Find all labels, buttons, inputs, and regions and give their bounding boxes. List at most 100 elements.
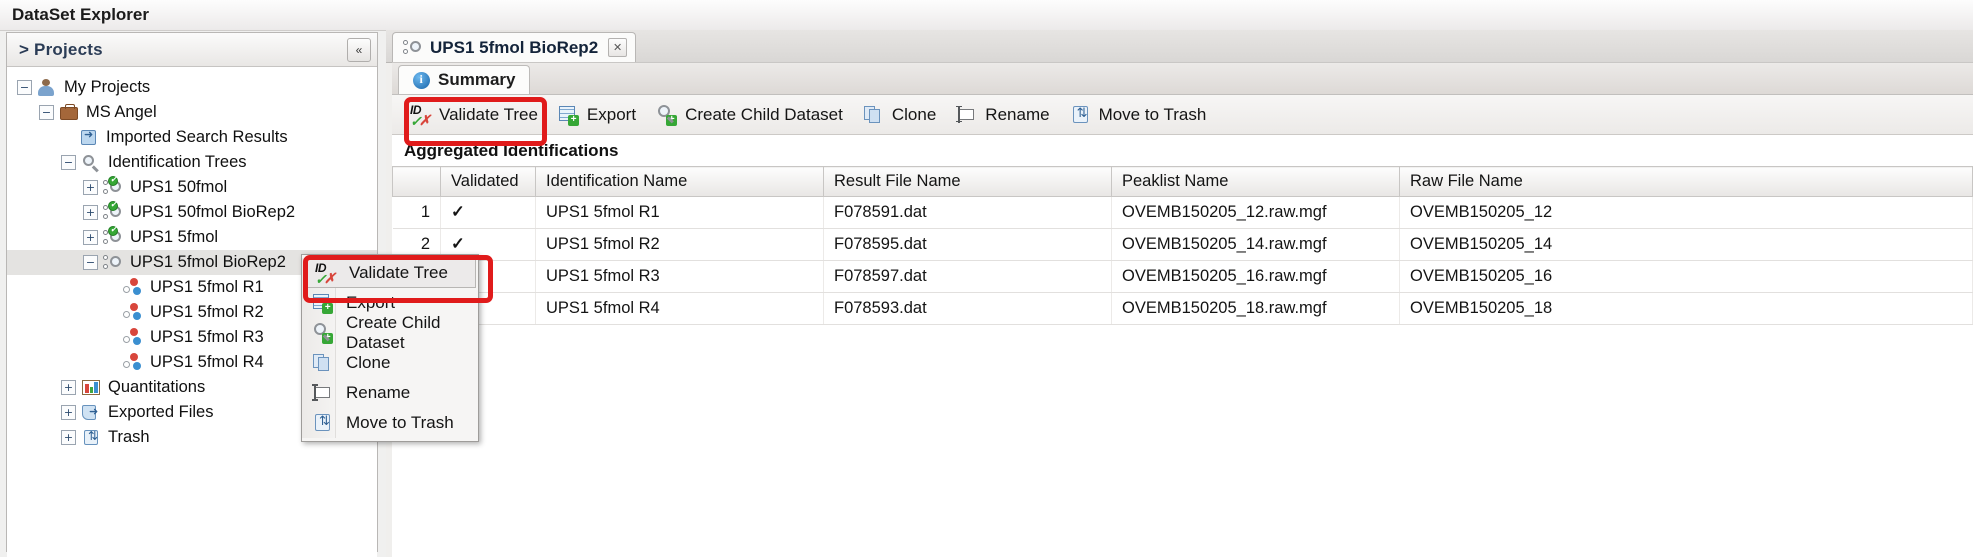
tree-item-my-projects[interactable]: − My Projects	[7, 75, 377, 100]
tree-item-label: Imported Search Results	[106, 128, 288, 146]
projects-panel-header: > Projects «	[7, 33, 377, 67]
tree-toggle-spacer	[105, 356, 118, 369]
toolbar-button-rename[interactable]: Rename	[946, 100, 1059, 130]
id-tree-validated-icon	[103, 199, 124, 222]
table-column-header-result-file-name[interactable]: Result File Name	[823, 166, 1112, 197]
toolbar-button-clone[interactable]: Clone	[853, 100, 946, 130]
tree-toggle-minus-icon[interactable]: −	[83, 255, 98, 270]
cell-raw-file-name: OVEMB150205_12	[1399, 196, 1973, 229]
table-column-header-raw-file-name[interactable]: Raw File Name	[1399, 166, 1973, 197]
tree-toggle-plus-icon[interactable]: +	[83, 180, 98, 195]
table-row[interactable]: 4UPS1 5fmol R4F078593.datOVEMB150205_18.…	[392, 292, 1973, 325]
tree-toggle-spacer	[105, 281, 118, 294]
id-tree-validated-icon	[103, 224, 124, 247]
table-row[interactable]: 1 ✓ UPS1 5fmol R1 F078591.dat OVEMB150205_12…	[392, 196, 1973, 229]
validated-check-icon: ✓	[440, 196, 536, 229]
tree-toggle-minus-icon[interactable]: −	[61, 155, 76, 170]
context-menu-item-create-child-dataset[interactable]: Create Child Dataset	[302, 313, 478, 352]
context-menu[interactable]: ID✓✗ Validate Tree ExportCreate Child Data…	[301, 254, 479, 442]
tree-item-ups1-5fmol[interactable]: + UPS1 5fmol	[7, 224, 377, 250]
tree-item-label: Trash	[108, 428, 150, 446]
tree-item-label: UPS1 5fmol BioRep2	[130, 253, 286, 271]
cell-result-file-name: F078591.dat	[823, 196, 1112, 229]
tree-item-imported-search-results[interactable]: Imported Search Results	[7, 125, 377, 150]
close-icon[interactable]: ✕	[608, 38, 628, 57]
sub-tab-strip: Summary	[392, 63, 1973, 95]
window-title-bar: DataSet Explorer	[0, 0, 1973, 31]
table-body: 1 ✓ UPS1 5fmol R1 F078591.dat OVEMB150205_12…	[392, 196, 1973, 325]
tree-item-identification-trees[interactable]: − Identification Trees	[7, 150, 377, 175]
id-tree-icon	[103, 253, 124, 272]
molecule-icon	[123, 353, 144, 372]
section-title: Aggregated Identifications	[392, 135, 1973, 166]
molecule-icon	[123, 303, 144, 322]
tree-item-label: UPS1 50fmol	[130, 178, 228, 196]
document-tab-label: UPS1 5fmol BioRep2	[430, 37, 599, 57]
context-menu-item-label: Export	[346, 293, 396, 312]
tree-toggle-plus-icon[interactable]: +	[61, 430, 76, 445]
context-menu-item-clone[interactable]: Clone	[302, 348, 478, 378]
tree-toggle-minus-icon[interactable]: −	[17, 80, 32, 95]
tree-item-label: UPS1 5fmol	[130, 228, 219, 246]
move-to-trash-icon	[1070, 104, 1092, 126]
projects-header-label: > Projects	[19, 39, 103, 59]
tree-item-label: UPS1 5fmol R1	[150, 278, 264, 296]
cell-peaklist-name: OVEMB150205_12.raw.mgf	[1111, 196, 1400, 229]
tree-item-ups1-50fmol[interactable]: + UPS1 50fmol	[7, 174, 377, 200]
context-menu-item-label: Rename	[346, 383, 411, 402]
toolbar-button-validate-tree[interactable]: ID ✓ ✗ Validate Tree	[400, 100, 548, 130]
toolbar-button-create-child-dataset[interactable]: Create Child Dataset	[646, 100, 853, 130]
cell-result-file-name: F078593.dat	[823, 292, 1112, 325]
tree-item-label: MS Angel	[86, 103, 157, 121]
id-validate-icon: ID ✓ ✗	[315, 261, 336, 287]
toolbar-button-move-to-trash[interactable]: Move to Trash	[1060, 100, 1217, 130]
cell-raw-file-name: OVEMB150205_18	[1399, 292, 1973, 325]
summary-content-pane: Summary ID✓✗ Validate Tree Export Create Ch…	[392, 62, 1973, 557]
id-tree-validated-icon	[103, 174, 124, 197]
tree-toggle-minus-icon[interactable]: −	[39, 105, 54, 120]
tree-toggle-spacer	[105, 331, 118, 344]
document-tab-ups1-5fmol-biorep2[interactable]: UPS1 5fmol BioRep2 ✕	[392, 32, 637, 62]
context-menu-item-rename[interactable]: Rename	[302, 378, 478, 408]
cell-peaklist-name: OVEMB150205_16.raw.mgf	[1111, 260, 1400, 293]
export-grid-icon	[312, 292, 334, 314]
tree-toggle-plus-icon[interactable]: +	[61, 380, 76, 395]
cell-identification-name: UPS1 5fmol R2	[535, 228, 824, 261]
table-column-header-peaklist-name[interactable]: Peaklist Name	[1111, 166, 1400, 197]
toolbar-button-export[interactable]: Export	[548, 100, 646, 130]
tree-item-label: Identification Trees	[108, 153, 247, 171]
cell-peaklist-name: OVEMB150205_14.raw.mgf	[1111, 228, 1400, 261]
info-icon	[413, 71, 430, 89]
briefcase-icon	[59, 103, 80, 122]
context-menu-item-move-to-trash[interactable]: Move to Trash	[302, 408, 478, 438]
tree-item-ms-angel[interactable]: − MS Angel	[7, 100, 377, 125]
document-tab-strip: UPS1 5fmol BioRep2 ✕	[386, 30, 1973, 63]
table-column-header-validated[interactable]: Validated	[440, 166, 536, 197]
toolbar-button-label: Move to Trash	[1098, 104, 1207, 124]
table-column-header-identification-name[interactable]: Identification Name	[535, 166, 824, 197]
tree-item-label: UPS1 5fmol R4	[150, 353, 264, 371]
user-icon	[37, 78, 58, 97]
tree-toggle-plus-icon[interactable]: +	[61, 405, 76, 420]
magnifier-plus-icon	[656, 104, 678, 126]
context-menu-item-validate-tree[interactable]: ID ✓ ✗ Validate Tree	[304, 258, 476, 288]
rename-icon	[312, 382, 334, 404]
context-menu-item-label: Create Child Dataset	[346, 313, 441, 352]
tab-summary[interactable]: Summary	[398, 65, 531, 94]
trash-icon	[81, 428, 102, 447]
tab-summary-label: Summary	[438, 70, 516, 89]
table-header-row: Validated Identification Name Result File …	[392, 166, 1973, 197]
tree-item-ups1-50fmol-biorep2[interactable]: + UPS1 50fmol BioRep2	[7, 199, 377, 225]
tree-toggle-plus-icon[interactable]: +	[83, 205, 98, 220]
toolbar-button-label: Validate Tree	[439, 104, 538, 124]
id-validate-icon: ID ✓ ✗	[410, 102, 431, 129]
chevron-double-left-icon[interactable]: «	[347, 37, 371, 62]
context-menu-item-label: Clone	[346, 353, 391, 372]
cell-identification-name: UPS1 5fmol R1	[535, 196, 824, 229]
export-grid-icon	[558, 104, 580, 126]
table-row[interactable]: 2 ✓ UPS1 5fmol R2 F078595.dat OVEMB150205_14…	[392, 228, 1973, 261]
tree-toggle-spacer	[105, 306, 118, 319]
tree-toggle-plus-icon[interactable]: +	[83, 230, 98, 245]
table-column-header-rownum[interactable]	[392, 166, 441, 197]
table-row[interactable]: 3UPS1 5fmol R3F078597.datOVEMB150205_16.…	[392, 260, 1973, 293]
